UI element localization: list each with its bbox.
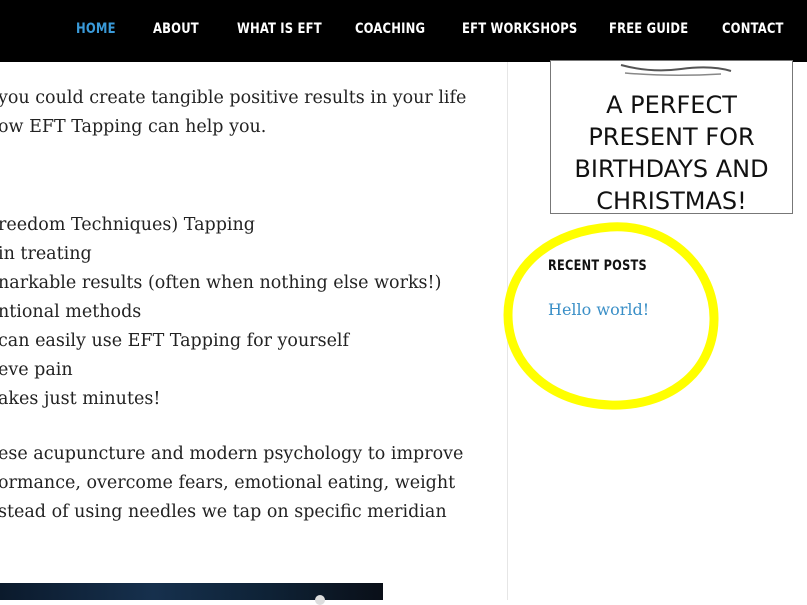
- body-text-line: reedom Techniques) Tapping: [0, 215, 256, 235]
- nav-about[interactable]: ABOUT: [153, 21, 199, 37]
- main-content: you could create tangible positive resul…: [0, 62, 507, 600]
- body-text-line: eve pain: [0, 360, 73, 380]
- top-navigation-bar: HOME ABOUT WHAT IS EFT COACHING EFT WORK…: [0, 0, 807, 62]
- body-text-line: stead of using needles we tap on specifi…: [0, 502, 447, 522]
- nav-home[interactable]: HOME: [76, 21, 116, 37]
- body-text-line: narkable results (often when nothing els…: [0, 273, 442, 293]
- nav-coaching[interactable]: COACHING: [355, 21, 425, 37]
- nav-free-guide[interactable]: FREE GUIDE: [609, 21, 688, 37]
- nav-what-is-eft[interactable]: WHAT IS EFT: [237, 21, 322, 37]
- body-text-line: you could create tangible positive resul…: [0, 88, 467, 108]
- body-text-line: ow EFT Tapping can help you.: [0, 117, 267, 137]
- body-text-line: ntional methods: [0, 302, 142, 322]
- body-text-line: ese acupuncture and modern psychology to…: [0, 444, 464, 464]
- nav-contact[interactable]: CONTACT: [722, 21, 784, 37]
- body-text-line: in treating: [0, 244, 92, 264]
- promo-banner[interactable]: A PERFECT PRESENT FOR BIRTHDAYS AND CHRI…: [550, 60, 793, 214]
- promo-text: A PERFECT PRESENT FOR BIRTHDAYS AND CHRI…: [574, 91, 769, 214]
- scribble-graphic: [620, 64, 732, 77]
- body-text-line: ormance, overcome fears, emotional eatin…: [0, 473, 456, 493]
- nav-eft-workshops[interactable]: EFT WORKSHOPS: [462, 21, 577, 37]
- embedded-video[interactable]: [0, 583, 383, 605]
- body-text-line: can easily use EFT Tapping for yourself: [0, 331, 349, 351]
- video-control-icon[interactable]: [315, 595, 325, 605]
- recent-posts-title: RECENT POSTS: [548, 258, 647, 274]
- recent-post-link[interactable]: Hello world!: [548, 300, 649, 319]
- body-text-line: akes just minutes!: [0, 389, 161, 409]
